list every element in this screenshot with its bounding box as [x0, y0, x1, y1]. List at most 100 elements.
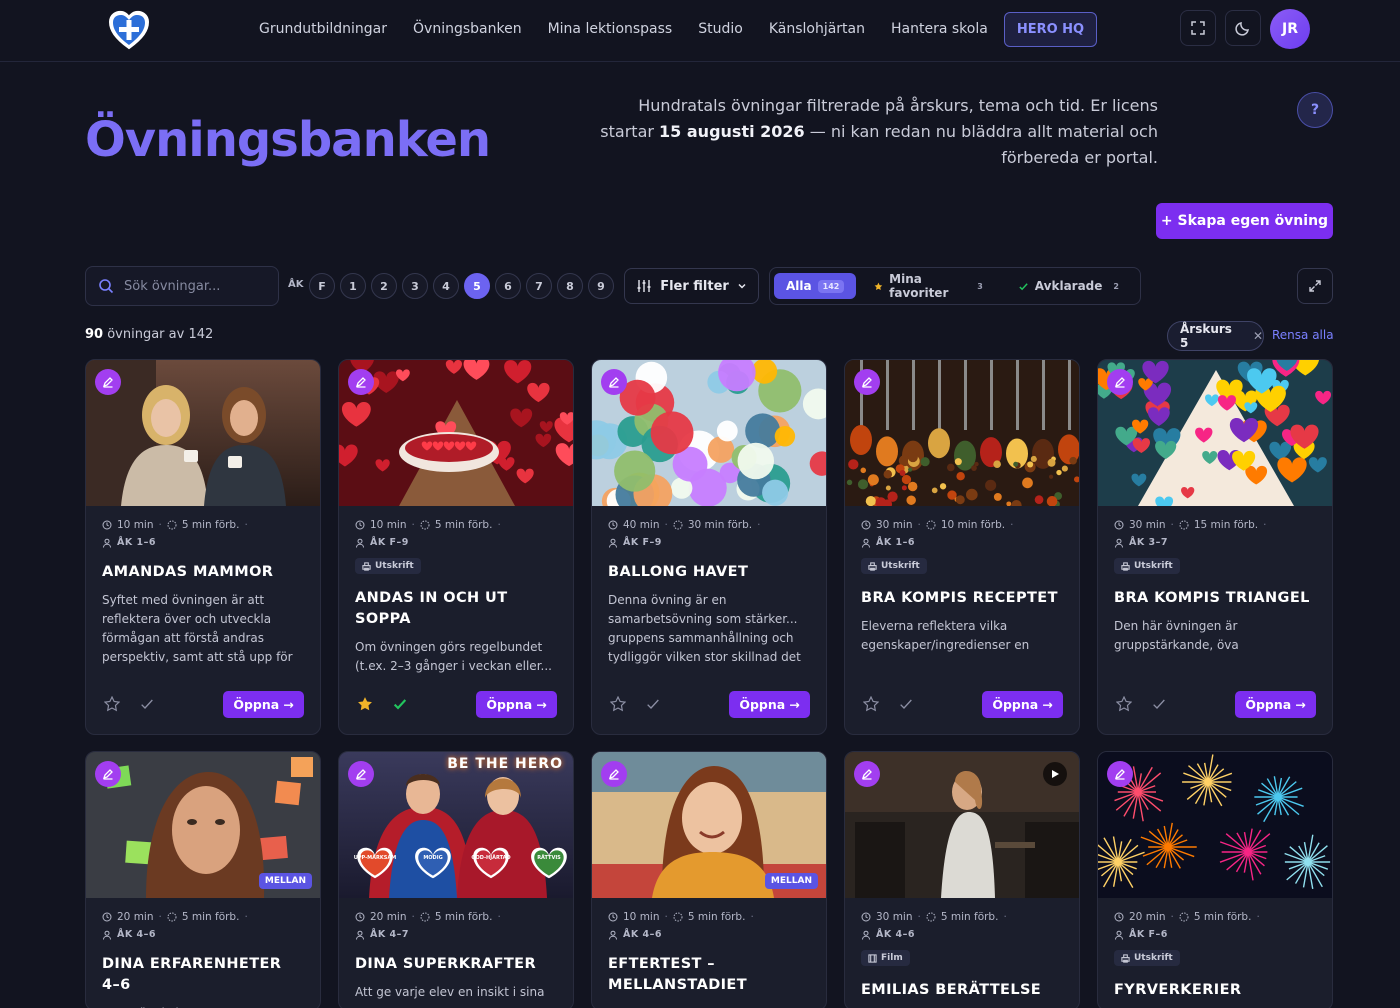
open-button[interactable]: Öppna → — [476, 690, 557, 718]
nav-link-grundutbildningar[interactable]: Grundutbildningar — [246, 21, 400, 37]
card-image[interactable]: MELLAN — [592, 752, 826, 898]
mark-done-check-icon[interactable] — [1149, 694, 1169, 714]
user-avatar[interactable]: JR — [1270, 9, 1310, 49]
grade-button-9[interactable]: 9 — [588, 273, 614, 299]
exercise-card[interactable]: MELLAN 10 min · 5 min förb. · ÅK 4–6 EFT… — [591, 751, 827, 1008]
edit-pencil-icon[interactable] — [95, 761, 121, 787]
exercise-card[interactable]: 30 min · 5 min förb. · ÅK 4–6 Film EMILI… — [844, 751, 1080, 1008]
open-button[interactable]: Öppna → — [982, 690, 1063, 718]
hero-logo-icon[interactable] — [107, 8, 151, 52]
mark-done-check-icon[interactable] — [390, 694, 410, 714]
card-image[interactable] — [1098, 360, 1332, 506]
user-icon — [103, 930, 111, 940]
grade-button-6[interactable]: 6 — [495, 273, 521, 299]
mark-done-check-icon[interactable] — [137, 694, 157, 714]
create-exercise-button[interactable]: + Skapa egen övning — [1156, 203, 1333, 239]
open-button[interactable]: Öppna → — [1235, 690, 1316, 718]
clear-all-link[interactable]: Rensa alla — [1272, 328, 1334, 342]
grade-button-4[interactable]: 4 — [433, 273, 459, 299]
search-input[interactable] — [124, 278, 264, 294]
grade-button-1[interactable]: 1 — [340, 273, 366, 299]
more-filters-button[interactable]: Fler filter — [624, 268, 759, 304]
card-title[interactable]: BALLONG HAVET — [608, 562, 810, 583]
nav-link-kanslohjartan[interactable]: Känslohjärtan — [756, 21, 878, 37]
exercise-card[interactable]: 30 min · 15 min förb. · ÅK 3–7 Utskrift … — [1097, 359, 1333, 735]
grade-button-8[interactable]: 8 — [557, 273, 583, 299]
grade-button-7[interactable]: 7 — [526, 273, 552, 299]
open-button[interactable]: Öppna → — [729, 690, 810, 718]
star-icon — [874, 282, 883, 290]
card-title[interactable]: EFTERTEST – MELLANSTADIET — [608, 954, 810, 996]
duration: 20 min — [117, 911, 154, 923]
search-box[interactable] — [85, 266, 279, 306]
exercise-card[interactable]: 40 min · 30 min förb. · ÅK F–9 BALLONG H… — [591, 359, 827, 735]
edit-pencil-icon[interactable] — [601, 369, 627, 395]
grade-button-5[interactable]: 5 — [464, 273, 490, 299]
fullscreen-button[interactable] — [1180, 10, 1216, 46]
expand-view-button[interactable] — [1297, 268, 1333, 304]
card-description: Om övningen görs regelbundet (t.ex. 2–3 … — [355, 639, 552, 673]
card-title[interactable]: EMILIAS BERÄTTELSE — [861, 980, 1063, 1001]
card-image[interactable] — [86, 360, 320, 506]
card-title[interactable]: ANDAS IN OCH UT SOPPA — [355, 588, 557, 630]
edit-pencil-icon[interactable] — [348, 761, 374, 787]
help-button[interactable]: ? — [1297, 92, 1333, 128]
segment-favorites[interactable]: Mina favoriter 3 — [862, 266, 999, 306]
superpower-heart: GOD-HJÄRTAD — [467, 842, 515, 884]
result-count: 90 övningar av 142 — [85, 327, 214, 342]
card-footer: Öppna → — [1114, 690, 1316, 718]
favorite-star-icon[interactable] — [861, 694, 881, 714]
card-title[interactable]: FYRVERKERIER — [1114, 980, 1316, 1001]
open-button[interactable]: Öppna → — [223, 690, 304, 718]
grade-button-f[interactable]: F — [309, 273, 335, 299]
exercise-card[interactable]: MELLAN 20 min · 5 min förb. · ÅK 4–6 DIN… — [85, 751, 321, 1008]
favorite-star-icon[interactable] — [355, 694, 375, 714]
edit-pencil-icon[interactable] — [601, 761, 627, 787]
card-image[interactable] — [592, 360, 826, 506]
edit-pencil-icon[interactable] — [1107, 761, 1133, 787]
active-filter-chip[interactable]: Årskurs 5 ✕ — [1167, 321, 1264, 351]
card-image[interactable] — [1098, 752, 1332, 898]
card-image[interactable]: BE THE HERO UPP-MÄRKSAM MODIG GOD-HJÄRTA… — [339, 752, 573, 898]
grade-button-2[interactable]: 2 — [371, 273, 397, 299]
close-icon[interactable]: ✕ — [1253, 329, 1263, 343]
exercise-card[interactable]: 20 min · 5 min förb. · ÅK F–6 Utskrift F… — [1097, 751, 1333, 1008]
nav-link-mina-lektionspass[interactable]: Mina lektionspass — [535, 21, 686, 37]
level-badge: MELLAN — [258, 873, 312, 889]
card-title[interactable]: DINA ERFARENHETER 4–6 — [102, 954, 304, 996]
card-image[interactable] — [339, 360, 573, 506]
exercise-card[interactable]: 30 min · 10 min förb. · ÅK 1–6 Utskrift … — [844, 359, 1080, 735]
card-image[interactable]: MELLAN — [86, 752, 320, 898]
sliders-icon — [637, 280, 651, 292]
edit-pencil-icon[interactable] — [854, 369, 880, 395]
nav-link-hantera-skola[interactable]: Hantera skola — [878, 21, 1001, 37]
favorite-star-icon[interactable] — [102, 694, 122, 714]
card-image[interactable] — [845, 360, 1079, 506]
card-title[interactable]: DINA SUPERKRAFTER — [355, 954, 557, 975]
card-title[interactable]: BRA KOMPIS RECEPTET — [861, 588, 1063, 609]
exercise-card[interactable]: BE THE HERO UPP-MÄRKSAM MODIG GOD-HJÄRTA… — [338, 751, 574, 1008]
edit-pencil-icon[interactable] — [854, 761, 880, 787]
favorite-star-icon[interactable] — [608, 694, 628, 714]
segment-done[interactable]: Avklarade 2 — [1006, 273, 1136, 299]
grade-range: ÅK 4–7 — [370, 929, 409, 940]
mark-done-check-icon[interactable] — [896, 694, 916, 714]
exercise-card[interactable]: 10 min · 5 min förb. · ÅK 1–6 AMANDAS MA… — [85, 359, 321, 735]
edit-pencil-icon[interactable] — [348, 369, 374, 395]
card-image[interactable] — [845, 752, 1079, 898]
favorite-star-icon[interactable] — [1114, 694, 1134, 714]
mark-done-check-icon[interactable] — [643, 694, 663, 714]
card-title[interactable]: BRA KOMPIS TRIANGEL — [1114, 588, 1316, 609]
nav-link-studio[interactable]: Studio — [685, 21, 756, 37]
edit-pencil-icon[interactable] — [95, 369, 121, 395]
exercise-card[interactable]: 10 min · 5 min förb. · ÅK F–9 Utskrift A… — [338, 359, 574, 735]
grade-button-3[interactable]: 3 — [402, 273, 428, 299]
card-title[interactable]: AMANDAS MAMMOR — [102, 562, 304, 583]
play-icon[interactable] — [1043, 762, 1067, 786]
edit-pencil-icon[interactable] — [1107, 369, 1133, 395]
theme-toggle-button[interactable] — [1225, 10, 1261, 46]
arrow-right-icon: → — [283, 696, 294, 712]
nav-link-hero-hq[interactable]: HERO HQ — [1003, 11, 1098, 47]
segment-all[interactable]: Alla 142 — [774, 273, 857, 299]
nav-link-ovningsbanken[interactable]: Övningsbanken — [400, 21, 535, 37]
